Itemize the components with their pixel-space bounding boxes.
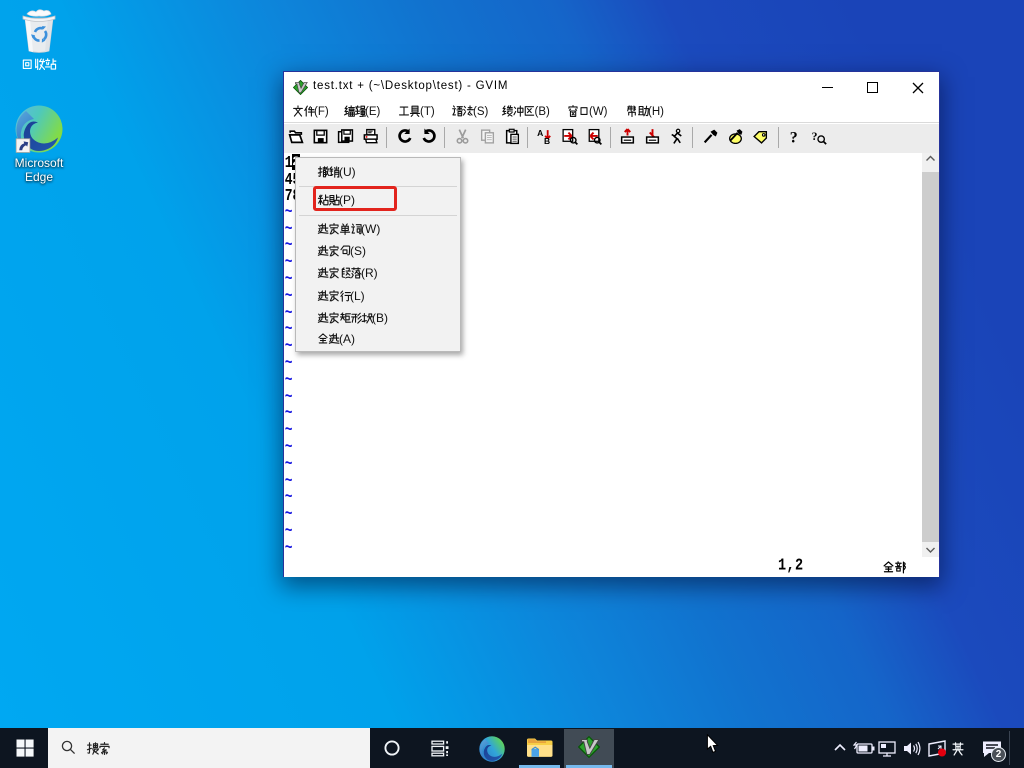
svg-text:?: ? [811,130,817,143]
svg-text:?: ? [789,129,797,145]
svg-text:B: B [544,135,550,144]
svg-text:A: A [537,128,543,138]
